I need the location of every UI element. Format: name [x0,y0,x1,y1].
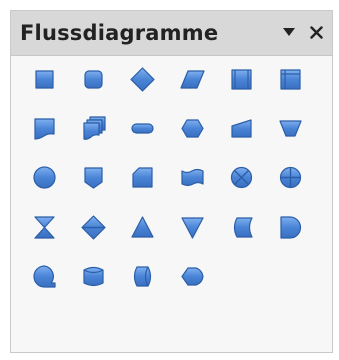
flowchart-collate-icon [34,215,55,239]
tool-predefined-process[interactable] [226,64,257,95]
flowchart-connector-icon [33,166,56,189]
tool-data[interactable] [177,64,208,95]
flowchart-alternate-process-icon [84,70,103,89]
flowchart-extract-icon [131,215,154,238]
tool-document[interactable] [29,113,60,144]
tool-decision[interactable] [127,64,158,95]
tool-alternate-process[interactable] [78,64,109,95]
tool-direct-access-storage[interactable] [127,261,158,292]
flowchart-preparation-icon [180,119,204,138]
triangle-down-icon[interactable] [275,17,303,47]
flowchart-toolbar-panel: Flussdiagramme [10,10,333,353]
flowchart-magnetic-disc-icon [83,266,104,286]
tool-manual-input[interactable] [226,113,257,144]
flowchart-manual-input-icon [231,119,252,138]
tool-display[interactable] [177,261,208,292]
close-icon[interactable] [302,17,330,47]
flowchart-delay-icon [280,215,302,239]
tool-summing-junction[interactable] [226,162,257,193]
flowchart-decision-icon [130,67,155,92]
flowchart-sequential-access-icon [33,265,56,288]
flowchart-predefined-process-icon [231,69,252,90]
tool-internal-storage[interactable] [275,64,306,95]
flowchart-multidocument-icon [83,116,106,141]
panel-title: Flussdiagramme [20,21,219,45]
tool-multidocument[interactable] [78,113,109,144]
flowchart-display-icon [180,267,204,286]
tool-card[interactable] [127,162,158,193]
tool-merge[interactable] [177,212,208,243]
flowchart-process-icon [35,70,54,89]
tool-manual-operation[interactable] [275,113,306,144]
flowchart-sort-icon [81,214,106,240]
tool-collate[interactable] [29,212,60,243]
flowchart-data-icon [179,70,205,89]
shape-grid [29,64,320,344]
tool-connector[interactable] [29,162,60,193]
flowchart-manual-operation-icon [279,120,302,137]
tool-delay[interactable] [275,212,306,243]
flowchart-terminator-icon [131,123,154,134]
flowchart-direct-access-storage-icon [134,266,152,287]
tool-punched-tape[interactable] [177,162,208,193]
panel-titlebar[interactable]: Flussdiagramme [11,11,332,56]
flowchart-summing-junction-icon [230,167,252,189]
flowchart-internal-storage-icon [280,69,301,90]
tool-sequential-access[interactable] [29,261,60,292]
flowchart-card-icon [132,167,153,188]
tool-extract[interactable] [127,212,158,243]
flowchart-punched-tape-icon [180,169,204,187]
tool-magnetic-disc[interactable] [78,261,109,292]
tool-off-page-connector[interactable] [78,162,109,193]
tool-preparation[interactable] [177,113,208,144]
flowchart-or-icon [279,167,302,189]
tool-stored-data[interactable] [226,212,257,243]
flowchart-off-page-connector-icon [84,167,103,189]
flowchart-merge-icon [180,216,204,239]
tool-process[interactable] [29,64,60,95]
tool-sort[interactable] [78,212,109,243]
flowchart-document-icon [34,118,55,140]
tool-terminator[interactable] [127,113,158,144]
flowchart-stored-data-icon [233,216,253,238]
tool-or[interactable] [275,162,306,193]
